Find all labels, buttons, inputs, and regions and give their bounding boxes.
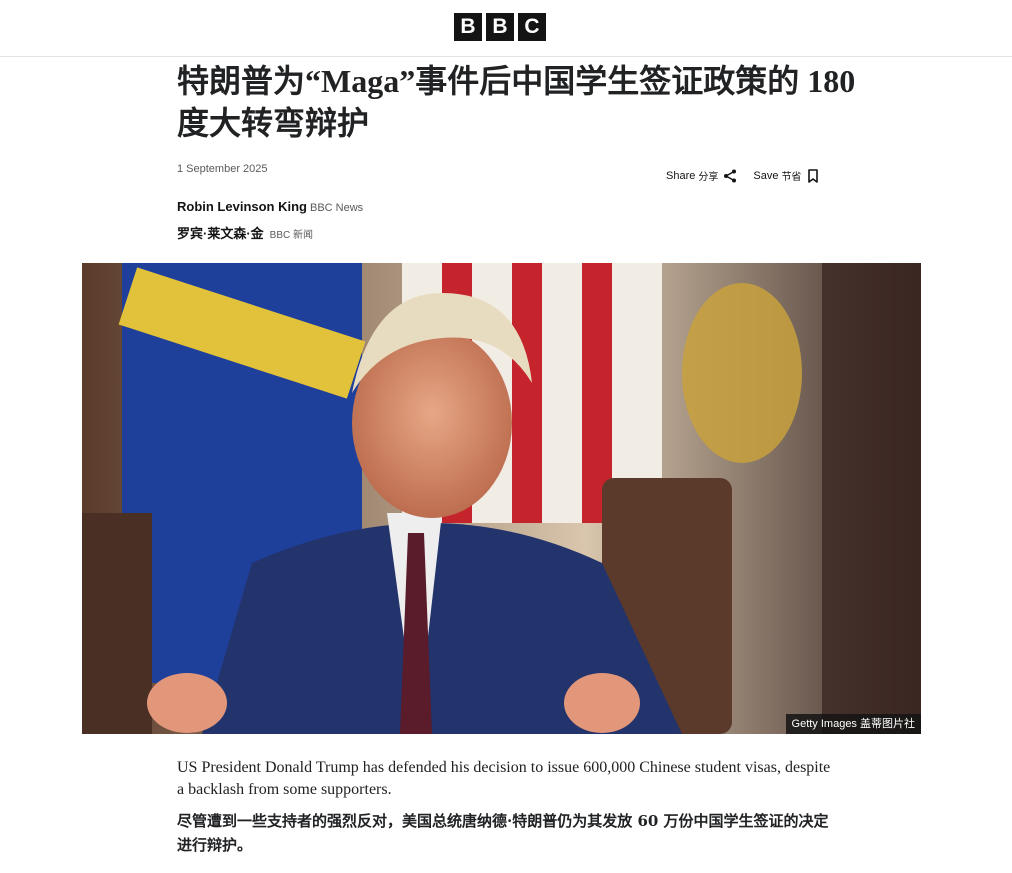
share-button[interactable]: Share 分享 [666,168,737,183]
save-button[interactable]: Save 节省 [753,168,820,183]
bbc-logo-letter-1: B [454,13,482,41]
share-icon [724,169,737,182]
bbc-logo-letter-2: B [486,13,514,41]
article-headline: 特朗普为“Maga”事件后中国学生签证政策的 180 度大转弯辩护 [177,63,856,141]
save-label: Save [753,169,779,182]
author-byline-zh: 罗宾·莱文森·金 BBC 新闻 [177,223,313,242]
author-name[interactable]: Robin Levinson King [177,199,307,214]
article-lede: US President Donald Trump has defended h… [177,759,831,798]
author-org: BBC News [310,202,364,214]
author-org-zh: BBC 新闻 [269,230,314,241]
save-label-zh: 节省 [781,172,802,183]
author-name-zh: 罗宾·莱文森·金 [177,226,264,241]
bbc-logo-letter-3: C [518,13,546,41]
hero-image: Getty Images 盖蒂图片社 [82,263,921,734]
share-label: Share [666,169,696,182]
article-date: 1 September 2025 [177,163,268,175]
share-label-zh: 分享 [698,172,719,183]
article-lede-zh: 尽管遭到一些支持者的强烈反对，美国总统唐纳德·特朗普仍为其发放 60 万份中国学… [177,812,829,854]
author-byline: Robin Levinson King BBC News [177,199,363,214]
hero-photo-illustration [82,263,921,734]
article-actions: Share 分享 Save 节省 [666,168,820,183]
image-credit: Getty Images 盖蒂图片社 [785,714,921,734]
bookmark-icon [808,168,819,183]
bbc-logo[interactable]: B B C [454,13,546,41]
masthead: B B C [0,0,1012,57]
